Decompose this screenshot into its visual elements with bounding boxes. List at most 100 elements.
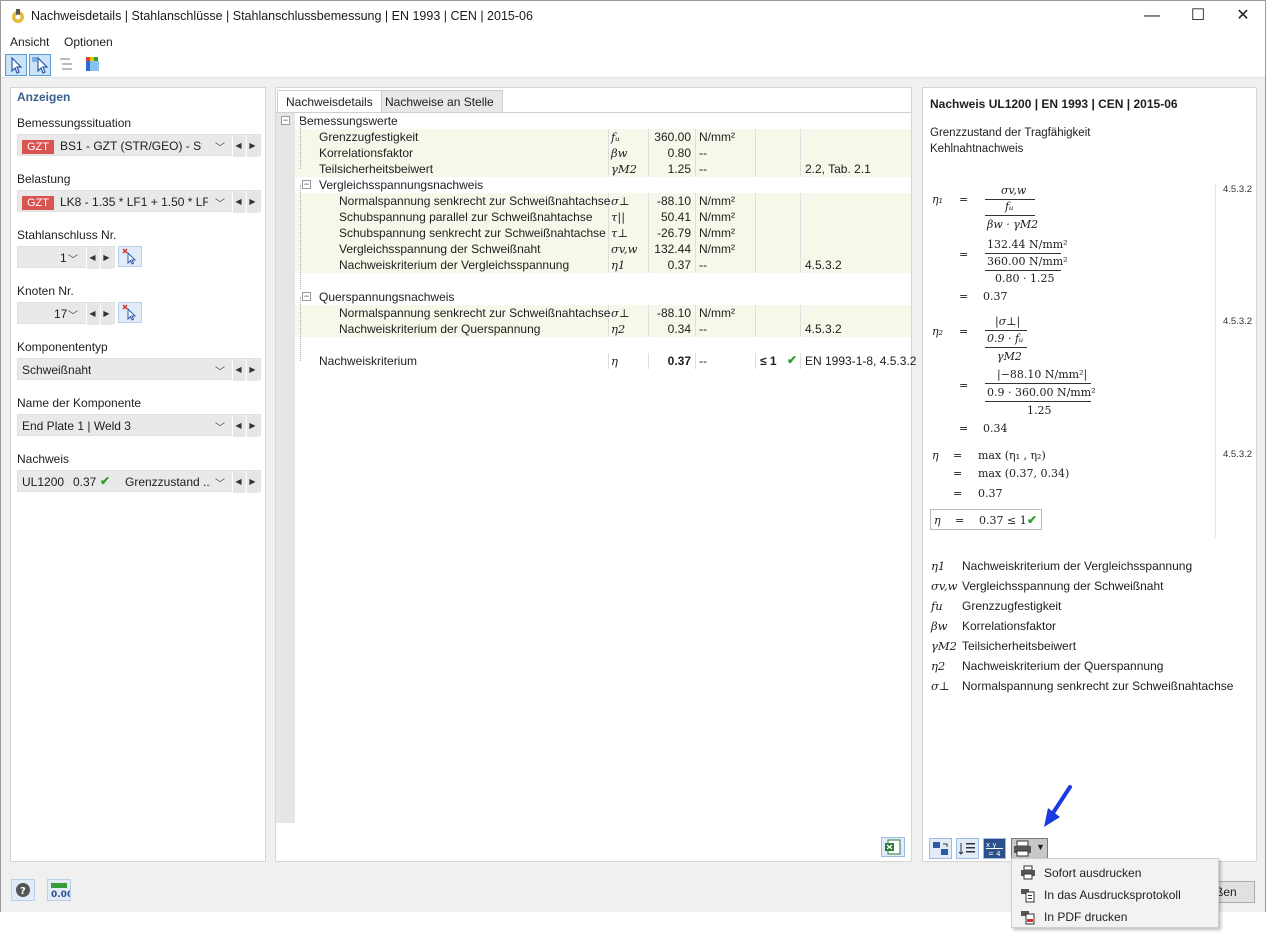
check-id: UL1200 [22,475,65,489]
tab-nachweise-an-stelle[interactable]: Nachweise an Stelle [376,90,503,112]
tree-icon [60,58,72,70]
chevron-down-icon: ﹀ [215,423,225,434]
row-unit: -- [699,322,707,336]
next-arrow-icon[interactable]: ▶ [246,135,258,157]
svg-text:= 4: = 4 [988,850,1001,858]
row-unit: N/mm² [699,226,735,240]
excel-icon [885,839,901,855]
pick-connection-button[interactable] [118,246,142,267]
help-button[interactable]: ? [11,879,35,901]
equals-sign: = [959,325,969,338]
caret-down-icon: ▼ [1036,842,1045,852]
row-symbol: η [611,354,618,368]
next-arrow-icon[interactable]: ▶ [246,191,258,213]
table-row: Nachweiskriterium der Querspannung η2 0.34… [295,321,911,337]
node-select[interactable]: 17 ﹀ ◀ ▶ [17,302,115,325]
result-box: η = 0.37 ≤ 1 ✔ [930,509,1042,530]
svg-text:?: ? [20,886,26,897]
menu-optionen[interactable]: Optionen [64,35,113,49]
menu-ansicht[interactable]: Ansicht [10,35,49,49]
collapse-icon[interactable]: − [302,180,311,189]
prev-arrow-icon[interactable]: ◀ [86,247,98,269]
prev-arrow-icon[interactable]: ◀ [232,415,244,437]
select-node-button[interactable] [29,54,51,76]
formula-text: fᵤ [1005,200,1014,213]
menu-item-label: In PDF drucken [1044,910,1128,924]
tab-nachweisdetails[interactable]: Nachweisdetails [277,90,382,112]
next-arrow-icon[interactable]: ▶ [100,303,112,325]
row-label: Nachweiskriterium der Querspannung [339,322,541,336]
connection-select[interactable]: 1 ﹀ ◀ ▶ [17,246,115,269]
component-name-select[interactable]: End Plate 1 | Weld 3 ﹀ ◀ ▶ [17,414,261,437]
select-member-button[interactable] [5,54,27,76]
legend-item: fu Grenzzugfestigkeit [931,599,1231,615]
export-excel-button[interactable] [881,837,905,857]
row-unit: -- [699,354,707,368]
prev-arrow-icon[interactable]: ◀ [232,135,244,157]
prev-arrow-icon[interactable]: ◀ [86,303,98,325]
list-numbers-button[interactable] [956,838,979,859]
formula-display-button[interactable]: x y = 4 [983,838,1006,859]
component-type-value: Schweißnaht [22,363,92,377]
design-situation-select[interactable]: GZT BS1 - GZT (STR/GEO) - Stän... ﹀ ◀ ▶ [17,134,261,157]
next-arrow-icon[interactable]: ▶ [246,415,258,437]
load-select[interactable]: GZT LK8 - 1.35 * LF1 + 1.50 * LF4 ﹀ ◀ ▶ [17,190,261,213]
equals-sign: = [959,290,969,303]
app-icon [12,9,24,23]
pick-node-button[interactable] [118,302,142,323]
legend-description: Nachweiskriterium der Vergleichsspannung [962,559,1193,573]
units-button[interactable]: 0.00 [47,879,73,901]
color-legend-button[interactable] [83,54,105,76]
prev-arrow-icon[interactable]: ◀ [232,471,244,493]
next-arrow-icon[interactable]: ▶ [246,359,258,381]
print-button[interactable]: ▼ [1011,838,1048,859]
cursor-node-icon [32,56,49,74]
equals-sign: = [959,379,969,392]
row-unit: N/mm² [699,210,735,224]
design-situation-value: BS1 - GZT (STR/GEO) - Stän... [60,139,202,153]
swap-view-button[interactable] [929,838,952,859]
collapse-icon[interactable]: − [281,116,290,125]
minimize-button[interactable]: — [1129,1,1175,32]
prev-arrow-icon[interactable]: ◀ [232,359,244,381]
eta-symbol: η [932,449,939,462]
menu-item-print-pdf[interactable]: In PDF drucken [1012,906,1218,928]
legend-description: Normalspannung senkrecht zur Schweißnaht… [962,679,1234,693]
equals-sign: = [959,422,969,435]
cursor-arrow-icon [11,56,23,74]
eta-symbol: η [934,514,941,527]
menu-item-label: Sofort ausdrucken [1044,866,1142,880]
component-type-select[interactable]: Schweißnaht ﹀ ◀ ▶ [17,358,261,381]
legend-description: Nachweiskriterium der Querspannung [962,659,1164,673]
tree-view-button[interactable] [57,54,79,76]
formula-text: 360.00 N/mm² [987,255,1068,268]
legend-item: η2 Nachweiskriterium der Querspannung [931,659,1231,675]
maximize-button[interactable]: ☐ [1175,1,1221,32]
menu-item-print-report[interactable]: In das Ausdrucksprotokoll [1012,884,1218,906]
table-row: Grenzzugfestigkeit fᵤ 360.00 N/mm² [295,129,911,145]
collapse-icon[interactable]: − [302,292,311,301]
menu-item-print-now[interactable]: Sofort ausdrucken [1012,862,1218,884]
row-limit: ≤ 1 [760,354,777,368]
group-label: Querspannungsnachweis [319,290,455,304]
check-select[interactable]: UL1200 0.37 ✔ Grenzzustand ... ﹀ ◀ ▶ [17,470,261,493]
row-symbol: σv,w [611,242,638,256]
help-icon: ? [16,883,30,897]
row-value: -88.10 [656,194,691,208]
close-window-button[interactable]: ✕ [1220,1,1266,32]
next-arrow-icon[interactable]: ▶ [246,471,258,493]
next-arrow-icon[interactable]: ▶ [100,247,112,269]
formula-result: 0.34 [983,422,1008,435]
legend-symbol: σ⊥ [931,679,950,693]
group-row: − Vergleichsspannungsnachweis [295,177,911,193]
table-row: Korrelationsfaktor βw 0.80 -- [295,145,911,161]
group-row: − Querspannungsnachweis [295,289,911,305]
legend-item: σ⊥ Normalspannung senkrecht zur Schweißna… [931,679,1234,695]
row-label: Nachweiskriterium [319,354,418,368]
row-symbol: βw [611,146,628,160]
decimal-units-icon: 0.00 [51,883,73,900]
prev-arrow-icon[interactable]: ◀ [232,191,244,213]
gzt-badge: GZT [22,140,54,154]
equals-sign: = [959,248,969,261]
legend-symbol: γM2 [931,639,957,653]
